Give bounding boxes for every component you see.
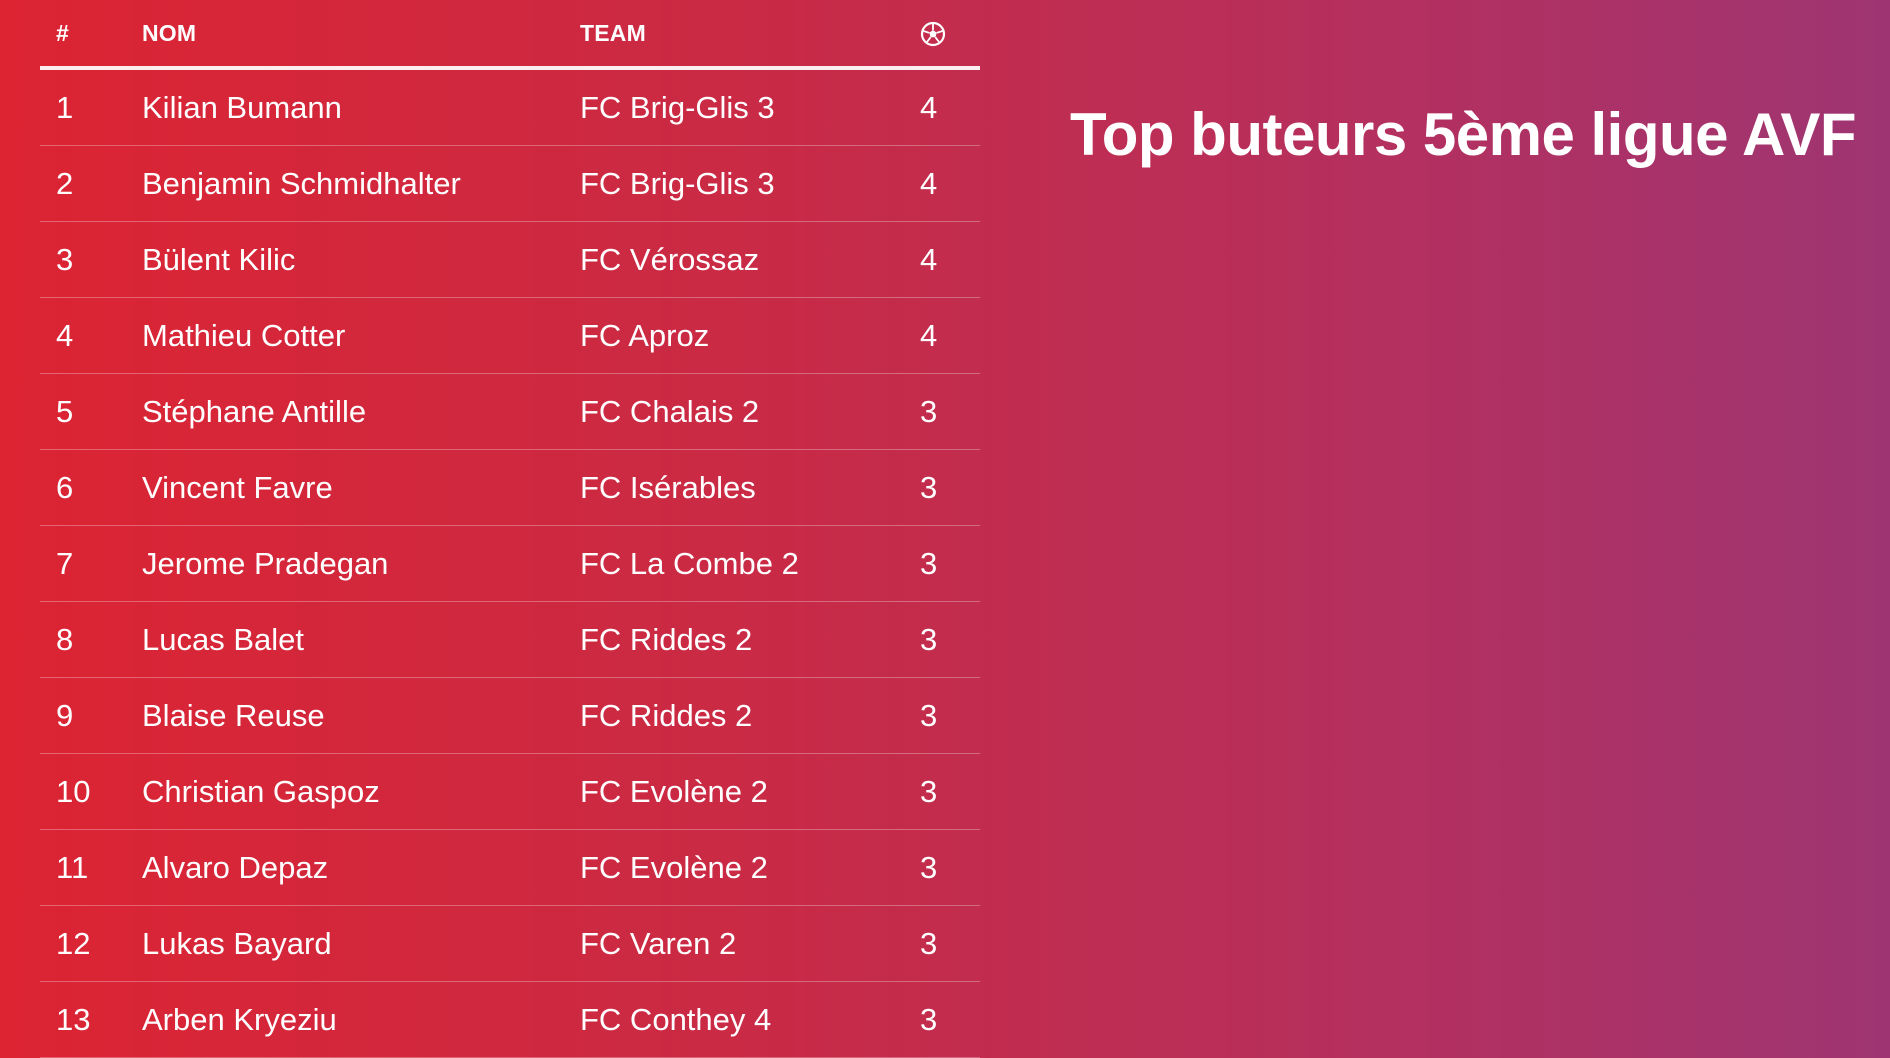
row-rank: 9 bbox=[56, 697, 74, 733]
row-goals: 3 bbox=[920, 545, 938, 581]
row-player-name: Jerome Pradegan bbox=[142, 545, 389, 581]
row-rank: 8 bbox=[56, 621, 74, 657]
soccer-ball-icon bbox=[920, 21, 946, 47]
row-player-name: Arben Kryeziu bbox=[142, 1001, 337, 1037]
scorers-table: # NOM TEAM 1 Kilian Bumann FC Brig-Glis 3 4… bbox=[40, 0, 980, 1058]
header-name: NOM bbox=[142, 19, 197, 46]
table-header: # NOM TEAM bbox=[40, 0, 980, 70]
row-team: FC Riddes 2 bbox=[580, 697, 753, 733]
row-player-name: Blaise Reuse bbox=[142, 697, 325, 733]
row-player-name: Stéphane Antille bbox=[142, 393, 367, 429]
row-team: FC Varen 2 bbox=[580, 925, 737, 961]
row-rank: 10 bbox=[56, 773, 91, 809]
row-player-name: Christian Gaspoz bbox=[142, 773, 380, 809]
table-row: 13 Arben Kryeziu FC Conthey 4 3 bbox=[40, 982, 980, 1058]
row-player-name: Bülent Kilic bbox=[142, 241, 296, 277]
header-rank: # bbox=[56, 19, 69, 46]
row-rank: 3 bbox=[56, 241, 74, 277]
table-row: 2 Benjamin Schmidhalter FC Brig-Glis 3 4 bbox=[40, 146, 980, 222]
row-rank: 6 bbox=[56, 469, 74, 505]
row-rank: 5 bbox=[56, 393, 74, 429]
row-team: FC Evolène 2 bbox=[580, 773, 768, 809]
table-body: 1 Kilian Bumann FC Brig-Glis 3 4 2 Benjamin S… bbox=[40, 70, 980, 1058]
row-rank: 1 bbox=[56, 89, 74, 125]
row-player-name: Alvaro Depaz bbox=[142, 849, 329, 885]
table-row: 12 Lukas Bayard FC Varen 2 3 bbox=[40, 906, 980, 982]
row-goals: 3 bbox=[920, 621, 938, 657]
header-goals bbox=[920, 19, 980, 47]
table-row: 6 Vincent Favre FC Isérables 3 bbox=[40, 450, 980, 526]
row-rank: 2 bbox=[56, 165, 74, 201]
row-player-name: Mathieu Cotter bbox=[142, 317, 346, 353]
row-rank: 7 bbox=[56, 545, 74, 581]
header-team: TEAM bbox=[580, 19, 646, 46]
row-team: FC Isérables bbox=[580, 469, 756, 505]
table-row: 11 Alvaro Depaz FC Evolène 2 3 bbox=[40, 830, 980, 906]
row-player-name: Kilian Bumann bbox=[142, 89, 342, 125]
row-team: FC Chalais 2 bbox=[580, 393, 760, 429]
row-goals: 4 bbox=[920, 241, 938, 277]
row-goals: 3 bbox=[920, 697, 938, 733]
row-rank: 11 bbox=[56, 849, 89, 885]
row-goals: 4 bbox=[920, 317, 938, 353]
row-team: FC Conthey 4 bbox=[580, 1001, 772, 1037]
row-goals: 3 bbox=[920, 1001, 938, 1037]
table-row: 10 Christian Gaspoz FC Evolène 2 3 bbox=[40, 754, 980, 830]
row-goals: 3 bbox=[920, 393, 938, 429]
table-row: 1 Kilian Bumann FC Brig-Glis 3 4 bbox=[40, 70, 980, 146]
row-team: FC Riddes 2 bbox=[580, 621, 753, 657]
row-rank: 13 bbox=[56, 1001, 91, 1037]
row-goals: 3 bbox=[920, 469, 938, 505]
row-team: FC Aproz bbox=[580, 317, 710, 353]
table-row: 4 Mathieu Cotter FC Aproz 4 bbox=[40, 298, 980, 374]
table-row: 3 Bülent Kilic FC Vérossaz 4 bbox=[40, 222, 980, 298]
row-goals: 3 bbox=[920, 925, 938, 961]
table-row: 8 Lucas Balet FC Riddes 2 3 bbox=[40, 602, 980, 678]
page-title: Top buteurs 5ème ligue AVF bbox=[1070, 101, 1856, 168]
row-team: FC La Combe 2 bbox=[580, 545, 799, 581]
row-goals: 3 bbox=[920, 773, 938, 809]
table-row: 5 Stéphane Antille FC Chalais 2 3 bbox=[40, 374, 980, 450]
row-player-name: Lucas Balet bbox=[142, 621, 304, 657]
row-rank: 12 bbox=[56, 925, 91, 961]
row-player-name: Lukas Bayard bbox=[142, 925, 332, 961]
table-row: 7 Jerome Pradegan FC La Combe 2 3 bbox=[40, 526, 980, 602]
row-player-name: Vincent Favre bbox=[142, 469, 333, 505]
row-team: FC Brig-Glis 3 bbox=[580, 89, 775, 125]
row-goals: 4 bbox=[920, 165, 938, 201]
table-row: 9 Blaise Reuse FC Riddes 2 3 bbox=[40, 678, 980, 754]
row-team: FC Vérossaz bbox=[580, 241, 760, 277]
row-team: FC Brig-Glis 3 bbox=[580, 165, 775, 201]
row-rank: 4 bbox=[56, 317, 74, 353]
row-team: FC Evolène 2 bbox=[580, 849, 768, 885]
row-goals: 3 bbox=[920, 849, 938, 885]
row-goals: 4 bbox=[920, 89, 938, 125]
row-player-name: Benjamin Schmidhalter bbox=[142, 165, 461, 201]
